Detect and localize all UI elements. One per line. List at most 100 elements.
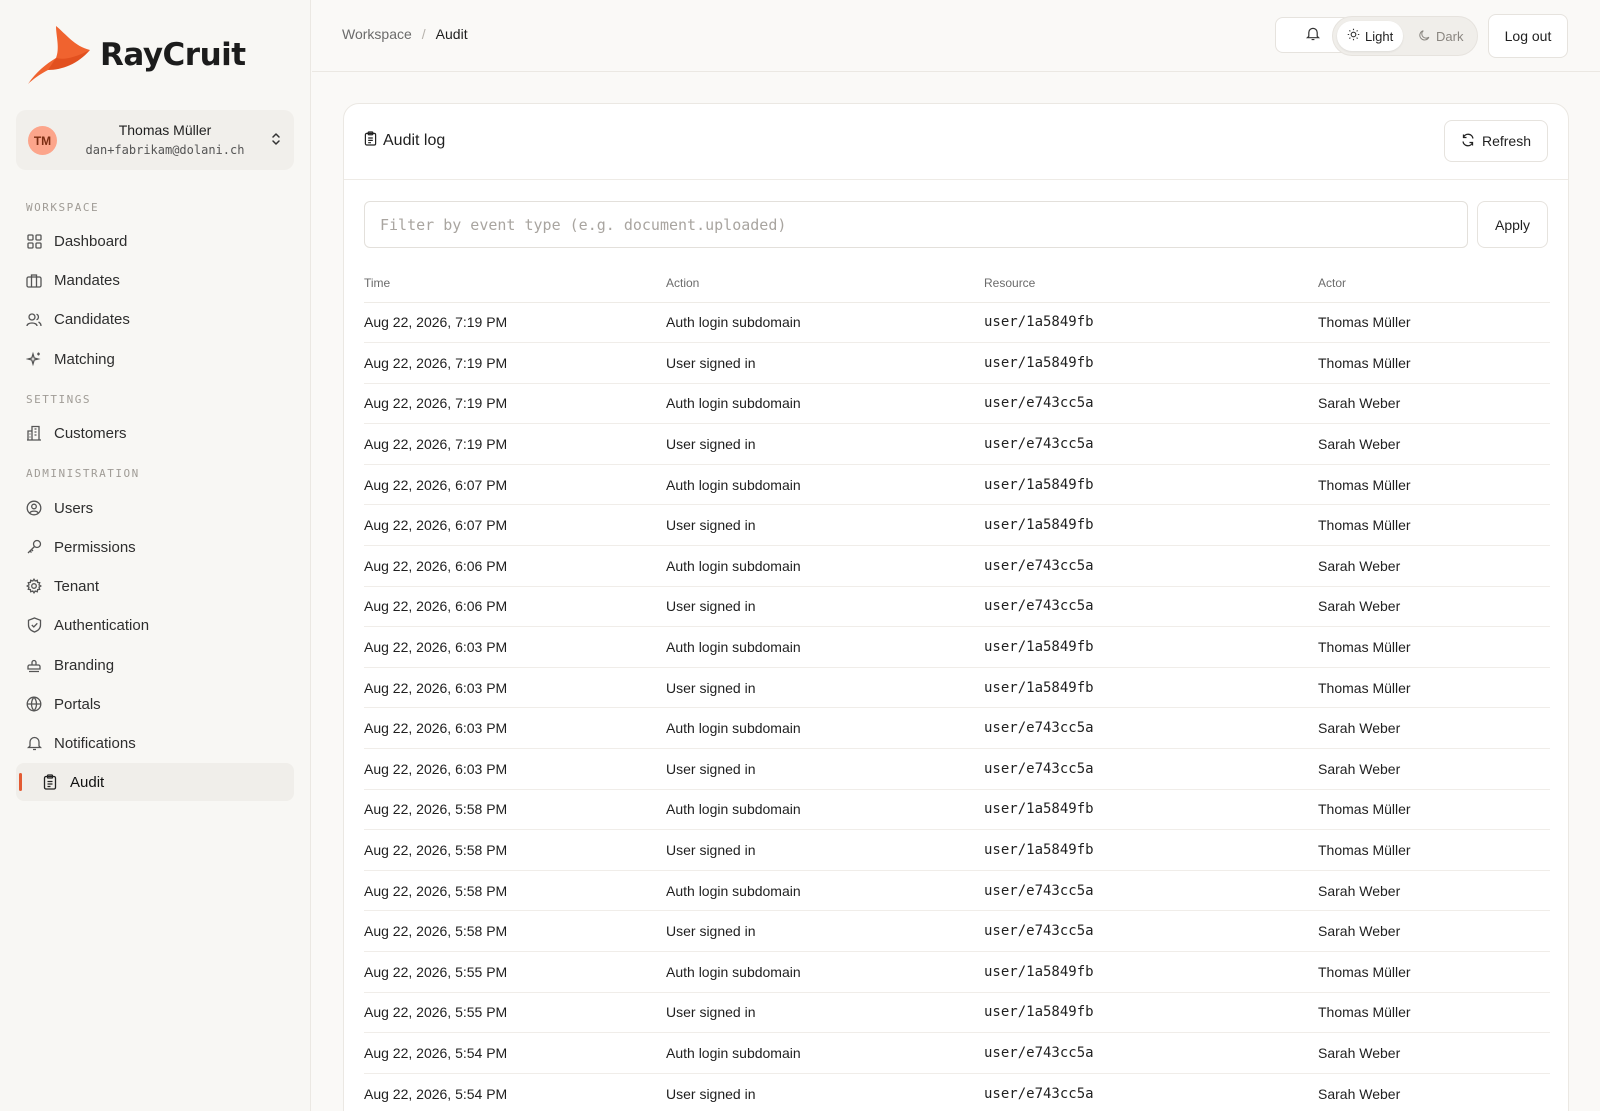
table-row[interactable]: Aug 22, 2026, 6:03 PM User signed in user/… bbox=[364, 667, 1550, 709]
cell-action: User signed in bbox=[666, 829, 984, 871]
breadcrumb-separator: / bbox=[421, 26, 426, 42]
sidebar-item-matching[interactable]: Matching bbox=[16, 340, 294, 378]
event-type-filter-input[interactable] bbox=[364, 201, 1468, 248]
logout-button[interactable]: Log out bbox=[1488, 14, 1568, 58]
column-header-action: Action bbox=[666, 264, 984, 303]
cell-time: Aug 22, 2026, 5:54 PM bbox=[364, 1073, 666, 1111]
account-switcher[interactable]: TM Thomas Müller dan+fabrikam@dolani.ch bbox=[16, 110, 294, 170]
sidebar-item-customers[interactable]: Customers bbox=[16, 414, 294, 452]
sidebar-item-label: Customers bbox=[54, 424, 127, 442]
briefcase-icon bbox=[26, 272, 42, 288]
table-row[interactable]: Aug 22, 2026, 6:03 PM Auth login subdomai… bbox=[364, 707, 1550, 750]
table-row[interactable]: Aug 22, 2026, 5:58 PM User signed in user/… bbox=[364, 829, 1550, 871]
sidebar-item-label: Authentication bbox=[54, 616, 150, 634]
avatar: TM bbox=[28, 126, 57, 155]
table-row[interactable]: Aug 22, 2026, 5:58 PM Auth login subdomai… bbox=[364, 870, 1550, 912]
table-row[interactable]: Aug 22, 2026, 7:19 PM User signed in user/… bbox=[364, 342, 1550, 384]
table-row[interactable]: Aug 22, 2026, 7:19 PM Auth login subdomai… bbox=[364, 383, 1550, 425]
cell-resource: user/e743cc5a bbox=[984, 586, 1318, 628]
cell-actor: Thomas Müller bbox=[1318, 504, 1550, 547]
table-row[interactable]: Aug 22, 2026, 5:58 PM Auth login subdomai… bbox=[364, 789, 1550, 831]
sidebar-item-dashboard[interactable]: Dashboard bbox=[16, 222, 294, 260]
cell-action: Auth login subdomain bbox=[666, 1032, 984, 1074]
table-row[interactable]: Aug 22, 2026, 5:54 PM User signed in user/… bbox=[364, 1073, 1550, 1111]
raycruit-logo-icon bbox=[28, 26, 90, 84]
cell-time: Aug 22, 2026, 6:06 PM bbox=[364, 545, 666, 587]
cell-resource: user/e743cc5a bbox=[984, 545, 1318, 587]
cell-resource: user/e743cc5a bbox=[984, 707, 1318, 750]
theme-light-button[interactable]: Light bbox=[1337, 21, 1403, 51]
table-row[interactable]: Aug 22, 2026, 7:19 PM User signed in user/… bbox=[364, 423, 1550, 465]
breadcrumb-workspace[interactable]: Workspace bbox=[342, 26, 412, 42]
cell-actor: Thomas Müller bbox=[1318, 789, 1550, 831]
theme-dark-button[interactable]: Dark bbox=[1409, 21, 1473, 51]
cell-actor: Sarah Weber bbox=[1318, 1073, 1550, 1111]
cell-time: Aug 22, 2026, 7:19 PM bbox=[364, 342, 666, 384]
sidebar-item-label: Audit bbox=[70, 773, 105, 791]
cell-action: User signed in bbox=[666, 667, 984, 709]
brand-logo[interactable]: RayCruit bbox=[26, 24, 246, 86]
table-row[interactable]: Aug 22, 2026, 6:03 PM Auth login subdomai… bbox=[364, 626, 1550, 668]
cell-resource: user/e743cc5a bbox=[984, 423, 1318, 465]
sidebar-item-authentication[interactable]: Authentication bbox=[16, 606, 294, 644]
sidebar-item-branding[interactable]: Branding bbox=[16, 646, 294, 684]
theme-light-label: Light bbox=[1365, 28, 1394, 44]
cell-time: Aug 22, 2026, 6:06 PM bbox=[364, 586, 666, 628]
refresh-button[interactable]: Refresh bbox=[1444, 120, 1548, 162]
table-row[interactable]: Aug 22, 2026, 6:03 PM User signed in user/… bbox=[364, 748, 1550, 790]
refresh-label: Refresh bbox=[1481, 133, 1532, 149]
sidebar-item-notifications[interactable]: Notifications bbox=[16, 724, 294, 762]
theme-dark-label: Dark bbox=[1436, 28, 1464, 44]
sidebar-item-audit[interactable]: Audit bbox=[16, 763, 294, 801]
table-row[interactable]: Aug 22, 2026, 5:58 PM User signed in user/… bbox=[364, 910, 1550, 952]
cell-actor: Sarah Weber bbox=[1318, 870, 1550, 912]
cell-actor: Sarah Weber bbox=[1318, 383, 1550, 425]
sidebar-item-users[interactable]: Users bbox=[16, 489, 294, 527]
table-row[interactable]: Aug 22, 2026, 6:06 PM User signed in user/… bbox=[364, 586, 1550, 628]
sidebar-item-permissions[interactable]: Permissions bbox=[16, 528, 294, 566]
table-row[interactable]: Aug 22, 2026, 6:07 PM User signed in user/… bbox=[364, 504, 1550, 547]
cell-time: Aug 22, 2026, 5:54 PM bbox=[364, 1032, 666, 1074]
sidebar-item-label: Matching bbox=[54, 350, 115, 368]
cell-action: User signed in bbox=[666, 586, 984, 628]
sun-icon bbox=[1347, 28, 1365, 44]
clipboard-icon bbox=[364, 131, 383, 151]
cell-resource: user/1a5849fb bbox=[984, 992, 1318, 1034]
table-row[interactable]: Aug 22, 2026, 5:55 PM User signed in user/… bbox=[364, 992, 1550, 1034]
table-row[interactable]: Aug 22, 2026, 5:55 PM Auth login subdomai… bbox=[364, 951, 1550, 993]
sidebar-item-candidates[interactable]: Candidates bbox=[16, 300, 294, 338]
cell-resource: user/1a5849fb bbox=[984, 342, 1318, 384]
sidebar-item-portals[interactable]: Portals bbox=[16, 685, 294, 723]
cell-action: User signed in bbox=[666, 910, 984, 952]
cell-actor: Sarah Weber bbox=[1318, 586, 1550, 628]
theme-toggle: Light Dark bbox=[1332, 16, 1478, 56]
sidebar-item-label: Candidates bbox=[54, 310, 130, 328]
sidebar-item-tenant[interactable]: Tenant bbox=[16, 567, 294, 605]
cell-action: Auth login subdomain bbox=[666, 383, 984, 425]
sparkles-icon bbox=[26, 351, 42, 367]
column-header-time: Time bbox=[364, 264, 666, 303]
apply-filter-button[interactable]: Apply bbox=[1477, 201, 1548, 248]
chevron-up-down-icon bbox=[270, 132, 282, 150]
table-row[interactable]: Aug 22, 2026, 6:07 PM Auth login subdomai… bbox=[364, 464, 1550, 506]
cell-resource: user/e743cc5a bbox=[984, 748, 1318, 790]
bell-icon bbox=[1305, 26, 1321, 45]
cell-time: Aug 22, 2026, 6:03 PM bbox=[364, 707, 666, 750]
cell-action: Auth login subdomain bbox=[666, 870, 984, 912]
cell-actor: Thomas Müller bbox=[1318, 342, 1550, 384]
sidebar-item-mandates[interactable]: Mandates bbox=[16, 261, 294, 299]
table-row[interactable]: Aug 22, 2026, 5:54 PM Auth login subdomai… bbox=[364, 1032, 1550, 1074]
table-row[interactable]: Aug 22, 2026, 6:06 PM Auth login subdomai… bbox=[364, 545, 1550, 587]
cell-resource: user/e743cc5a bbox=[984, 1073, 1318, 1111]
cell-action: Auth login subdomain bbox=[666, 302, 984, 344]
cell-resource: user/e743cc5a bbox=[984, 1032, 1318, 1074]
cell-resource: user/1a5849fb bbox=[984, 464, 1318, 506]
audit-table-body: Aug 22, 2026, 7:19 PM Auth login subdomai… bbox=[364, 302, 1550, 1111]
table-row[interactable]: Aug 22, 2026, 7:19 PM Auth login subdomai… bbox=[364, 302, 1550, 344]
cell-time: Aug 22, 2026, 5:55 PM bbox=[364, 992, 666, 1034]
cell-action: Auth login subdomain bbox=[666, 545, 984, 587]
sidebar-item-label: Dashboard bbox=[54, 232, 128, 250]
cell-actor: Thomas Müller bbox=[1318, 829, 1550, 871]
building-icon bbox=[26, 425, 42, 441]
sidebar-item-label: Tenant bbox=[54, 577, 100, 595]
